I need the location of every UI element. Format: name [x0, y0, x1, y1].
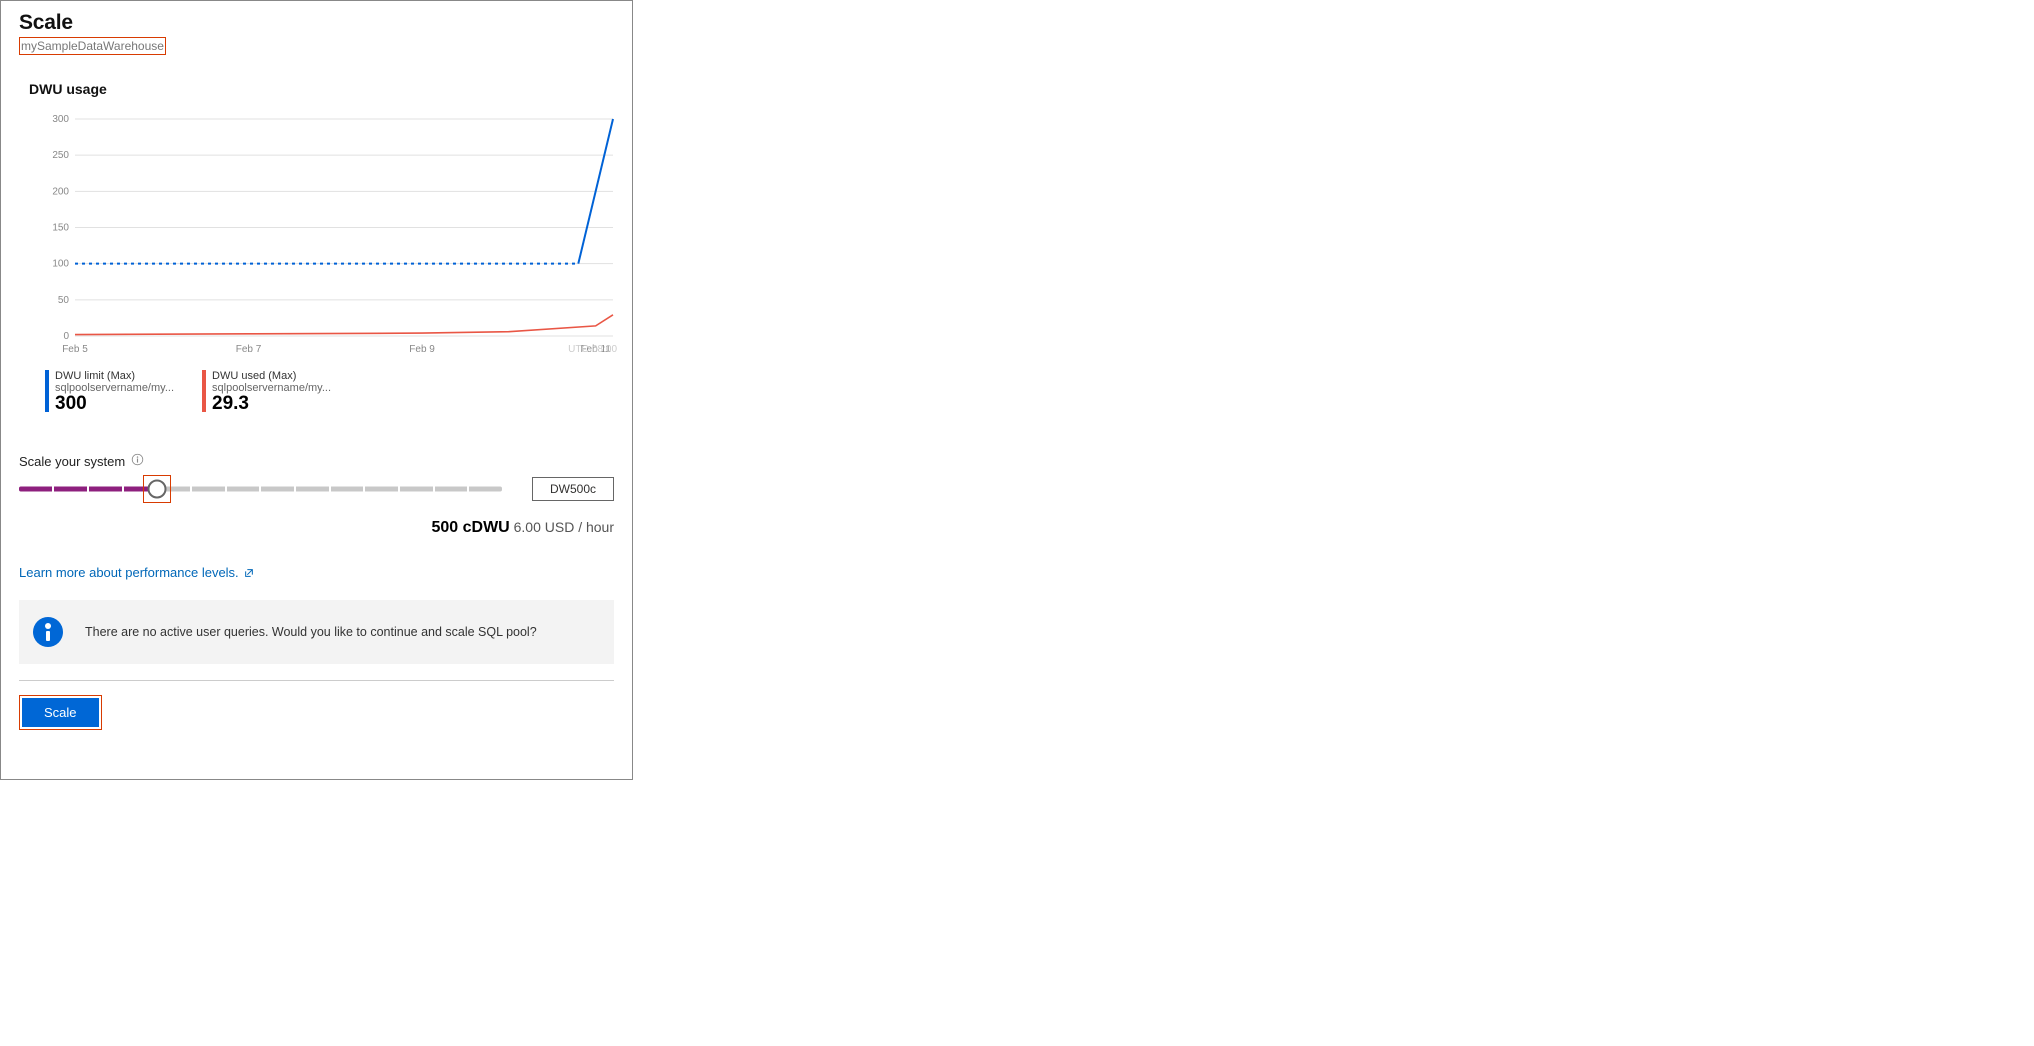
chart-legend: DWU limit (Max) sqlpoolservername/my... …	[45, 370, 614, 415]
usage-heading: DWU usage	[29, 81, 614, 97]
svg-text:300: 300	[52, 114, 69, 125]
svg-text:250: 250	[52, 150, 69, 161]
info-icon	[33, 617, 63, 647]
svg-text:150: 150	[52, 223, 69, 234]
chart-svg: 050100150200250300Feb 5Feb 7Feb 9Feb 11U…	[41, 113, 621, 358]
legend-color-bar-blue	[45, 370, 49, 412]
legend-value: 29.3	[212, 394, 331, 415]
learn-more-link[interactable]: Learn more about performance levels.	[19, 565, 254, 580]
cost-unit: 6.00 USD / hour	[514, 519, 614, 535]
legend-title: DWU limit (Max)	[55, 370, 174, 382]
learn-more-text: Learn more about performance levels.	[19, 565, 239, 580]
legend-title: DWU used (Max)	[212, 370, 331, 382]
slider-thumb[interactable]	[148, 480, 167, 499]
svg-text:Feb 7: Feb 7	[236, 344, 262, 355]
scale-value: DW500c	[532, 477, 614, 501]
resource-name: mySampleDataWarehouse	[19, 37, 166, 55]
info-message: There are no active user queries. Would …	[85, 625, 537, 639]
dwu-usage-chart: 050100150200250300Feb 5Feb 7Feb 9Feb 11U…	[41, 113, 608, 358]
svg-text:Feb 5: Feb 5	[62, 344, 88, 355]
scale-label: Scale your system	[19, 454, 125, 469]
scale-panel: Scale mySampleDataWarehouse DWU usage 0 5…	[0, 0, 633, 780]
info-icon[interactable]	[131, 453, 144, 469]
svg-text:100: 100	[52, 259, 69, 270]
scale-button-highlight: Scale	[19, 695, 102, 730]
legend-color-bar-red	[202, 370, 206, 412]
cost-row: 500 cDWU 6.00 USD / hour	[19, 519, 614, 537]
info-bar: There are no active user queries. Would …	[19, 600, 614, 664]
scale-section: Scale your system DW500c 500 cDWU 6.00 U…	[19, 453, 614, 537]
cost-value: 500 cDWU	[431, 519, 509, 536]
legend-item-limit: DWU limit (Max) sqlpoolservername/my... …	[45, 370, 174, 415]
page-title: Scale	[19, 11, 614, 35]
svg-text:Feb 9: Feb 9	[409, 344, 435, 355]
external-link-icon	[244, 568, 254, 578]
legend-value: 300	[55, 394, 174, 415]
svg-text:50: 50	[58, 295, 70, 306]
legend-item-used: DWU used (Max) sqlpoolservername/my... 2…	[202, 370, 331, 415]
svg-text:0: 0	[63, 331, 69, 342]
scale-slider[interactable]	[19, 479, 502, 499]
divider	[19, 680, 614, 681]
svg-text:UTC-08:00: UTC-08:00	[568, 344, 617, 355]
svg-text:200: 200	[52, 186, 69, 197]
scale-button[interactable]: Scale	[22, 698, 99, 727]
